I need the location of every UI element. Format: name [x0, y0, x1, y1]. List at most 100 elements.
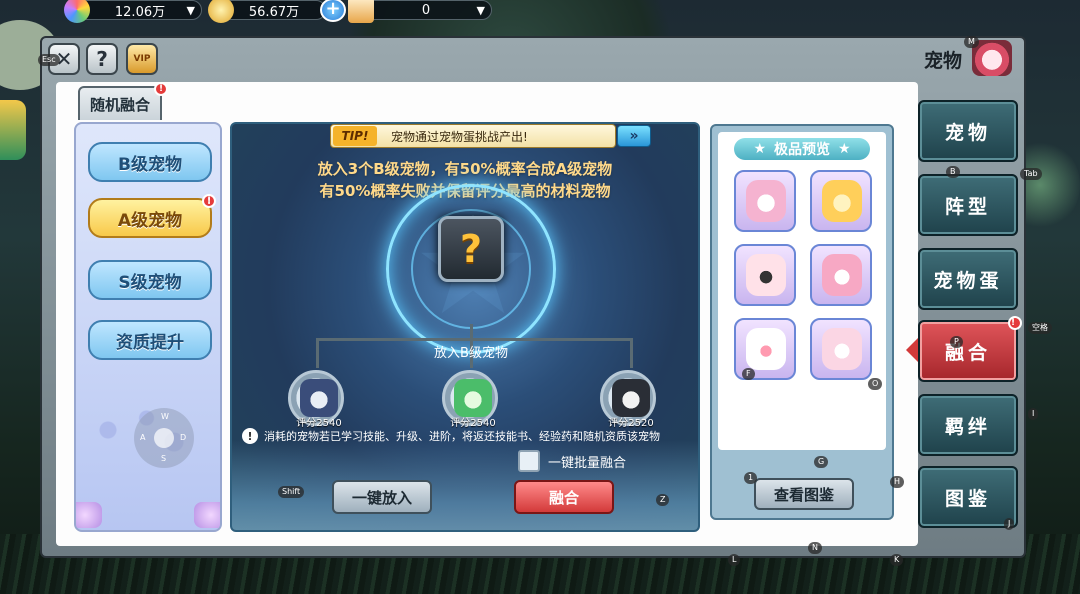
fusion-desc-line1: 放入3个B级宠物，有50%概率合成A级宠物: [317, 160, 613, 178]
preview-inner: ★ 极品预览 ★: [718, 132, 886, 450]
joystick-key-left: A: [140, 433, 146, 442]
gem-amount[interactable]: 12.06万 ▼: [78, 0, 202, 20]
nav-bond[interactable]: 羁绊: [918, 394, 1018, 456]
grade-label: A级宠物: [117, 210, 183, 231]
hotkey-f: F: [742, 368, 755, 380]
gem-amount-text: 12.06万: [114, 4, 166, 20]
corner-star-icon: [194, 502, 220, 528]
grade-label: B级宠物: [118, 154, 182, 175]
auto-put-button[interactable]: 一键放入: [332, 480, 432, 514]
piglet-pet-icon: [822, 328, 862, 370]
fuse-button[interactable]: 融合: [514, 480, 614, 514]
batch-fuse-row[interactable]: 一键批量融合: [518, 450, 626, 472]
nav-label: 羁绊: [944, 415, 991, 438]
nav-label: 宠物: [944, 121, 991, 144]
preview-item-owl-pet[interactable]: [810, 244, 872, 306]
hotkey-j: J: [1004, 518, 1015, 530]
star-icon: ★: [753, 141, 766, 157]
nav-pet-egg[interactable]: 宠物蛋: [918, 248, 1018, 310]
hotkey-esc: Esc: [38, 54, 60, 66]
warning-row: ! 消耗的宠物若已学习技能、升级、进阶，将返还技能书、经验药和随机资质该宠物: [242, 428, 660, 444]
cow-pet-icon: [746, 180, 786, 222]
preview-title: ★ 极品预览 ★: [734, 138, 870, 160]
star-icon: ★: [838, 141, 851, 157]
hotkey-tab: Tab: [1020, 168, 1042, 180]
hotkey-shift: Shift: [278, 486, 305, 498]
ticket-dropdown-icon[interactable]: ▼: [477, 4, 485, 17]
branch-line: [630, 338, 633, 368]
pet-score: 评分2540: [296, 418, 342, 429]
grade-item-a[interactable]: A级宠物 !: [88, 194, 216, 238]
result-question-icon: ?: [459, 227, 483, 271]
add-currency-button[interactable]: +: [320, 0, 346, 22]
tip-text: 宠物通过宠物蛋挑战产出!: [391, 129, 528, 144]
pet-slot-2[interactable]: 评分2540: [442, 370, 498, 429]
bunny-pet-icon: [746, 328, 786, 370]
gem-dropdown-icon[interactable]: ▼: [187, 4, 195, 17]
nav-formation[interactable]: 阵型: [918, 174, 1018, 236]
pet-score: 评分2520: [608, 418, 654, 429]
panel-glow: [232, 440, 698, 530]
grade-label: S级宠物: [118, 272, 182, 293]
joystick-key-down: S: [161, 454, 167, 463]
grade-item-b[interactable]: B级宠物: [88, 142, 212, 182]
preview-item-piglet-pet[interactable]: [810, 318, 872, 380]
hotkey-m: M: [964, 36, 979, 48]
notification-dot: !: [1008, 316, 1022, 330]
grade-item-s[interactable]: S级宠物: [88, 260, 212, 300]
joystick-nub[interactable]: [154, 428, 174, 448]
nav-label: 图鉴: [944, 487, 991, 510]
vip-label: VIP: [133, 54, 151, 64]
hotkey-i: I: [1028, 408, 1039, 420]
pet-title-icon: [972, 40, 1012, 76]
tip-bar: TIP! 宠物通过宠物蛋挑战产出! »: [330, 124, 651, 148]
hotkey-k: K: [890, 554, 904, 566]
window-toolbar: ✕ ? VIP 宠物: [42, 38, 1024, 82]
preview-item-pig-pet[interactable]: [810, 170, 872, 232]
batch-fuse-checkbox[interactable]: [518, 450, 540, 472]
pet-avatar: [612, 379, 650, 417]
hotkey-p: P: [950, 336, 963, 348]
hotkey-space: 空格: [1028, 322, 1052, 334]
grade-label: 资质提升: [116, 332, 184, 353]
ticket-amount[interactable]: 0 ▼: [360, 0, 492, 20]
pet-slot-3[interactable]: 评分2520: [600, 370, 656, 429]
corner-star-icon: [76, 502, 102, 528]
grade-list-panel: B级宠物 A级宠物 ! S级宠物 资质提升 W A D S: [74, 122, 222, 532]
panda-pet-icon: [746, 254, 786, 296]
pig-pet-icon: [822, 180, 862, 222]
joystick-key-right: D: [180, 433, 187, 442]
nav-codex[interactable]: 图鉴: [918, 466, 1018, 528]
joystick-key-up: W: [161, 412, 169, 421]
preview-title-text: 极品预览: [774, 142, 830, 158]
notification-dot: !: [202, 194, 216, 208]
ticket-icon: [348, 0, 374, 23]
tip-go-button[interactable]: »: [617, 125, 651, 147]
hotkey-n: N: [808, 542, 822, 554]
pet-slot-1[interactable]: 评分2540: [288, 370, 344, 429]
tab-random-fusion[interactable]: 随机融合 !: [78, 82, 168, 120]
vip-button[interactable]: VIP: [126, 43, 158, 75]
warning-text: 消耗的宠物若已学习技能、升级、进阶，将返还技能书、经验药和随机资质该宠物: [264, 430, 660, 443]
preview-item-cow-pet[interactable]: [734, 170, 796, 232]
result-slot[interactable]: ?: [438, 216, 504, 282]
background-flag: [0, 100, 26, 160]
gold-amount[interactable]: 56.67万: [222, 0, 326, 20]
notification-dot: !: [154, 82, 168, 96]
fusion-panel: TIP! 宠物通过宠物蛋挑战产出! » 放入3个B级宠物，有50%概率合成A级宠…: [230, 122, 700, 532]
nav-pet[interactable]: 宠物: [918, 100, 1018, 162]
help-button[interactable]: ?: [86, 43, 118, 75]
grade-item-aptitude[interactable]: 资质提升: [88, 320, 212, 360]
hotkey-1: 1: [744, 472, 758, 484]
preview-panel: ★ 极品预览 ★ 查看图鉴: [710, 124, 894, 520]
view-codex-button[interactable]: 查看图鉴: [754, 478, 854, 510]
nav-fusion[interactable]: 融合 !: [918, 316, 1022, 382]
hotkey-o: O: [868, 378, 883, 390]
ticket-amount-text: 0: [421, 2, 431, 18]
branch-line: [316, 338, 632, 341]
virtual-joystick[interactable]: W A D S: [134, 408, 194, 468]
currency-bar: 12.06万 ▼ 56.67万 + 0 ▼: [0, 0, 500, 23]
preview-item-panda-pet[interactable]: [734, 244, 796, 306]
nav-label: 阵型: [944, 195, 991, 218]
hotkey-g: G: [814, 456, 829, 468]
